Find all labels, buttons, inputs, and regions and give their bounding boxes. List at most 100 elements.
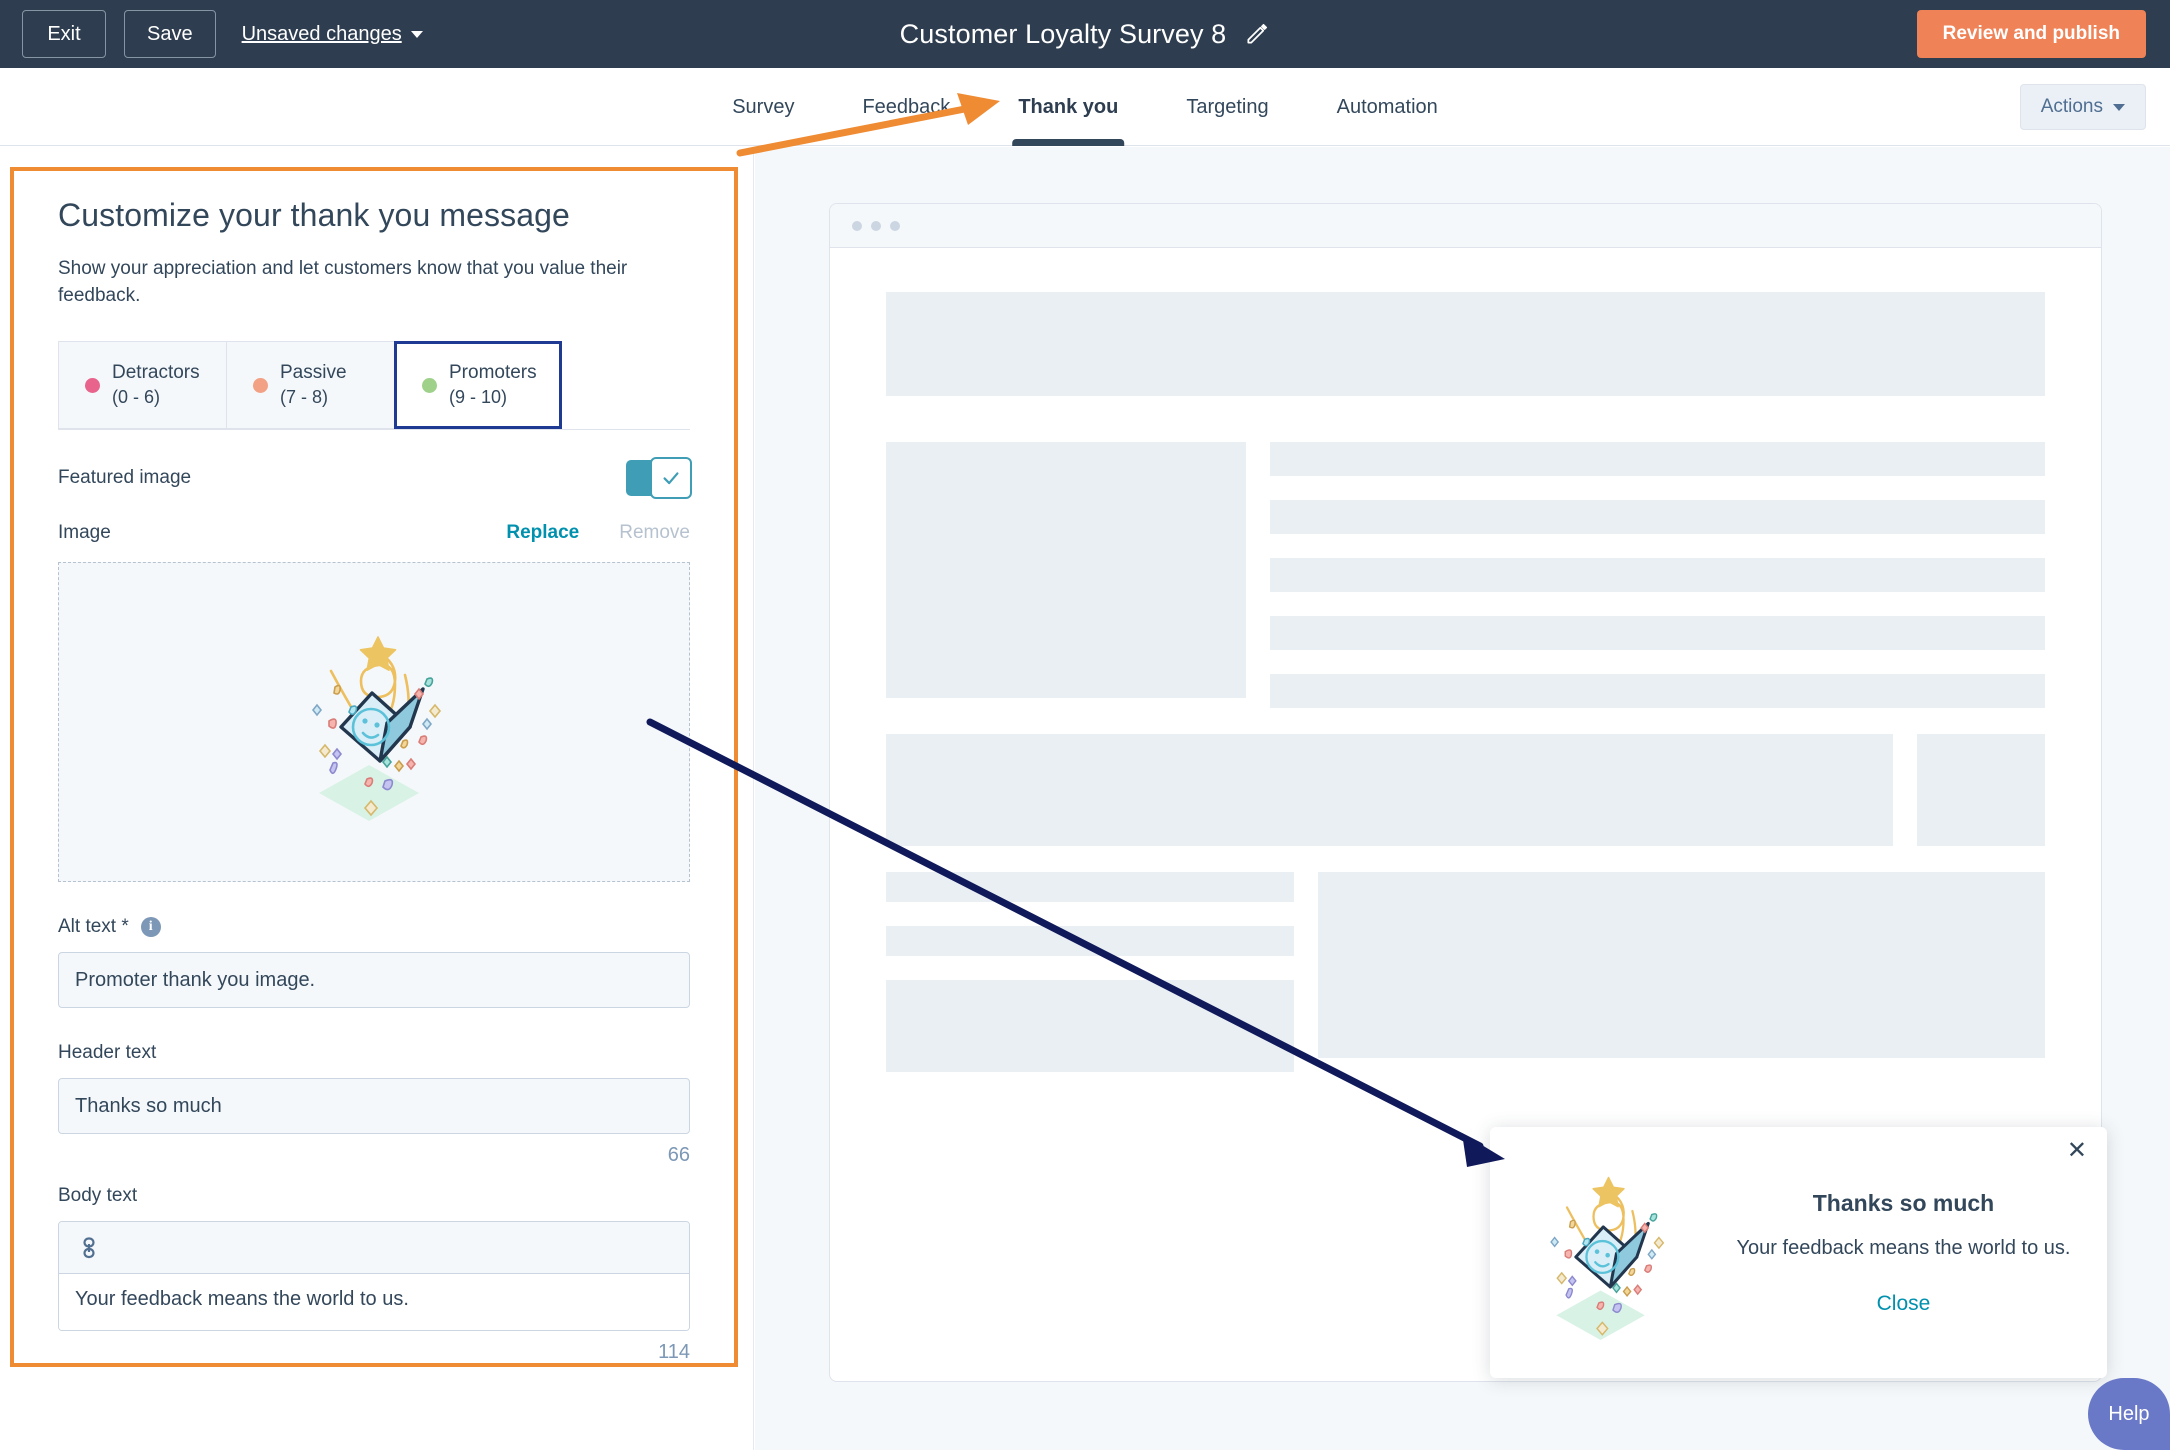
segment-range: (0 - 6) xyxy=(112,386,161,407)
skeleton-block xyxy=(886,442,1246,698)
tab-automation[interactable]: Automation xyxy=(1303,68,1472,146)
segment-tab-passive[interactable]: Passive (7 - 8) xyxy=(226,341,394,430)
segment-range: (7 - 8) xyxy=(280,386,329,407)
confetti-celebration-illustration xyxy=(1549,1175,1665,1342)
header-text-label: Header text xyxy=(58,1042,157,1064)
unsaved-changes-dropdown[interactable]: Unsaved changes xyxy=(242,23,423,46)
skeleton-row xyxy=(886,442,2045,708)
actions-dropdown-button[interactable]: Actions xyxy=(2019,84,2146,130)
popup-header: Thanks so much xyxy=(1812,1189,1995,1216)
panel-divider xyxy=(738,147,754,1450)
preview-browser-chrome xyxy=(830,204,2101,248)
header-text-counter: 66 xyxy=(667,1144,690,1167)
actions-wrapper: Actions xyxy=(2019,84,2146,130)
skeleton-line xyxy=(1270,616,2045,650)
tab-targeting[interactable]: Targeting xyxy=(1152,68,1302,146)
body-text-editor: Your feedback means the world to us. xyxy=(58,1221,690,1332)
thank-you-preview-popup: ✕ Thanks so much Your feedback means the… xyxy=(1490,1127,2107,1378)
featured-image-label: Featured image xyxy=(58,467,192,489)
tab-label: Automation xyxy=(1336,95,1438,118)
browser-dot-icon xyxy=(852,220,862,231)
body-text-content[interactable]: Your feedback means the world to us. xyxy=(59,1274,689,1331)
alt-text-label: Alt text * xyxy=(58,916,129,938)
body-text-counter: 114 xyxy=(658,1341,690,1364)
rich-text-toolbar xyxy=(59,1222,689,1275)
segment-name: Passive xyxy=(280,362,347,384)
featured-image-row: Featured image xyxy=(58,457,692,500)
skeleton-block xyxy=(886,734,1893,846)
tab-feedback[interactable]: Feedback xyxy=(828,68,984,146)
alt-text-input[interactable] xyxy=(58,952,690,1009)
panel-title: Customize your thank you message xyxy=(58,197,570,233)
segment-tab-promoters[interactable]: Promoters (9 - 10) xyxy=(394,341,562,430)
tab-label: Feedback xyxy=(862,95,951,118)
check-icon xyxy=(663,472,679,485)
browser-dot-icon xyxy=(871,220,881,231)
help-button[interactable]: Help xyxy=(2088,1378,2170,1450)
skeleton-block xyxy=(886,980,1294,1072)
close-icon[interactable]: ✕ xyxy=(2067,1139,2087,1163)
alt-text-label-row: Alt text * i xyxy=(58,916,690,938)
tab-thank-you[interactable]: Thank you xyxy=(984,68,1152,146)
skeleton-lines xyxy=(1270,442,2045,708)
skeleton-line xyxy=(1270,442,2045,476)
skeleton-line xyxy=(1270,500,2045,534)
segment-range: (9 - 10) xyxy=(449,386,508,407)
toggle-knob xyxy=(650,457,692,500)
skeleton-block xyxy=(886,292,2045,396)
header-text-input[interactable] xyxy=(58,1078,690,1135)
body-text-field-group: Body text Your feedback means the world … xyxy=(58,1185,690,1364)
chevron-down-icon xyxy=(410,30,423,38)
promoters-dot-icon xyxy=(422,377,437,393)
remove-image-link: Remove xyxy=(619,522,690,544)
skeleton-line xyxy=(886,926,1294,956)
actions-label: Actions xyxy=(2040,96,2103,117)
tab-label: Survey xyxy=(732,95,795,118)
featured-image-toggle[interactable] xyxy=(626,457,692,500)
alt-text-field-group: Alt text * i xyxy=(58,916,690,1009)
link-icon[interactable] xyxy=(79,1237,99,1259)
passive-dot-icon xyxy=(253,377,268,393)
tab-list: Survey Feedback Thank you Targeting Auto… xyxy=(698,68,1472,146)
chevron-down-icon xyxy=(2113,103,2125,111)
popup-close-link[interactable]: Close xyxy=(1877,1292,1931,1316)
body-text-label: Body text xyxy=(58,1185,138,1207)
skeleton-row xyxy=(886,734,2045,846)
replace-image-link[interactable]: Replace xyxy=(506,522,579,544)
exit-button[interactable]: Exit xyxy=(22,10,106,58)
panel-subtitle: Show your appreciation and let customers… xyxy=(58,258,628,306)
skeleton-block xyxy=(1917,734,2045,846)
image-row: Image Replace Remove xyxy=(58,522,690,544)
save-button[interactable]: Save xyxy=(124,10,216,58)
info-icon[interactable]: i xyxy=(140,917,161,938)
skeleton-lines xyxy=(886,872,1294,1072)
image-preview-box[interactable] xyxy=(58,562,690,883)
skeleton-line xyxy=(1270,558,2045,592)
confetti-celebration-illustration xyxy=(311,634,442,823)
main-tabbar: Survey Feedback Thank you Targeting Auto… xyxy=(0,68,2170,146)
review-and-publish-button[interactable]: Review and publish xyxy=(1916,10,2146,58)
topbar-left-group: Exit Save Unsaved changes xyxy=(0,10,423,58)
skeleton-row xyxy=(886,872,2045,1072)
popup-text-wrap: Thanks so much Your feedback means the w… xyxy=(1700,1190,2107,1316)
settings-panel-inner: Customize your thank you message Show yo… xyxy=(14,171,734,1364)
page-title: Customer Loyalty Survey 8 xyxy=(899,18,1227,49)
popup-illustration-wrap xyxy=(1490,1158,1700,1348)
pencil-edit-icon[interactable] xyxy=(1244,21,1270,47)
segment-name: Promoters xyxy=(449,362,537,384)
skeleton-lines xyxy=(1318,872,2045,1072)
segment-labels: Promoters (9 - 10) xyxy=(449,361,537,409)
segment-name: Detractors xyxy=(112,362,200,384)
skeleton-line xyxy=(1270,674,2045,708)
tab-survey[interactable]: Survey xyxy=(698,68,828,146)
skeleton-line xyxy=(886,872,1294,902)
detractors-dot-icon xyxy=(85,377,100,393)
popup-body: Your feedback means the world to us. xyxy=(1736,1236,2071,1259)
segment-tab-detractors[interactable]: Detractors (0 - 6) xyxy=(58,341,226,430)
tab-label: Targeting xyxy=(1186,95,1269,118)
app-topbar: Exit Save Unsaved changes Customer Loyal… xyxy=(0,0,2170,68)
preview-skeleton xyxy=(830,248,2101,1116)
image-actions: Replace Remove xyxy=(506,522,690,544)
browser-dot-icon xyxy=(890,220,900,231)
nps-segment-tabs: Detractors (0 - 6) Passive (7 - 8) Promo… xyxy=(58,341,690,431)
